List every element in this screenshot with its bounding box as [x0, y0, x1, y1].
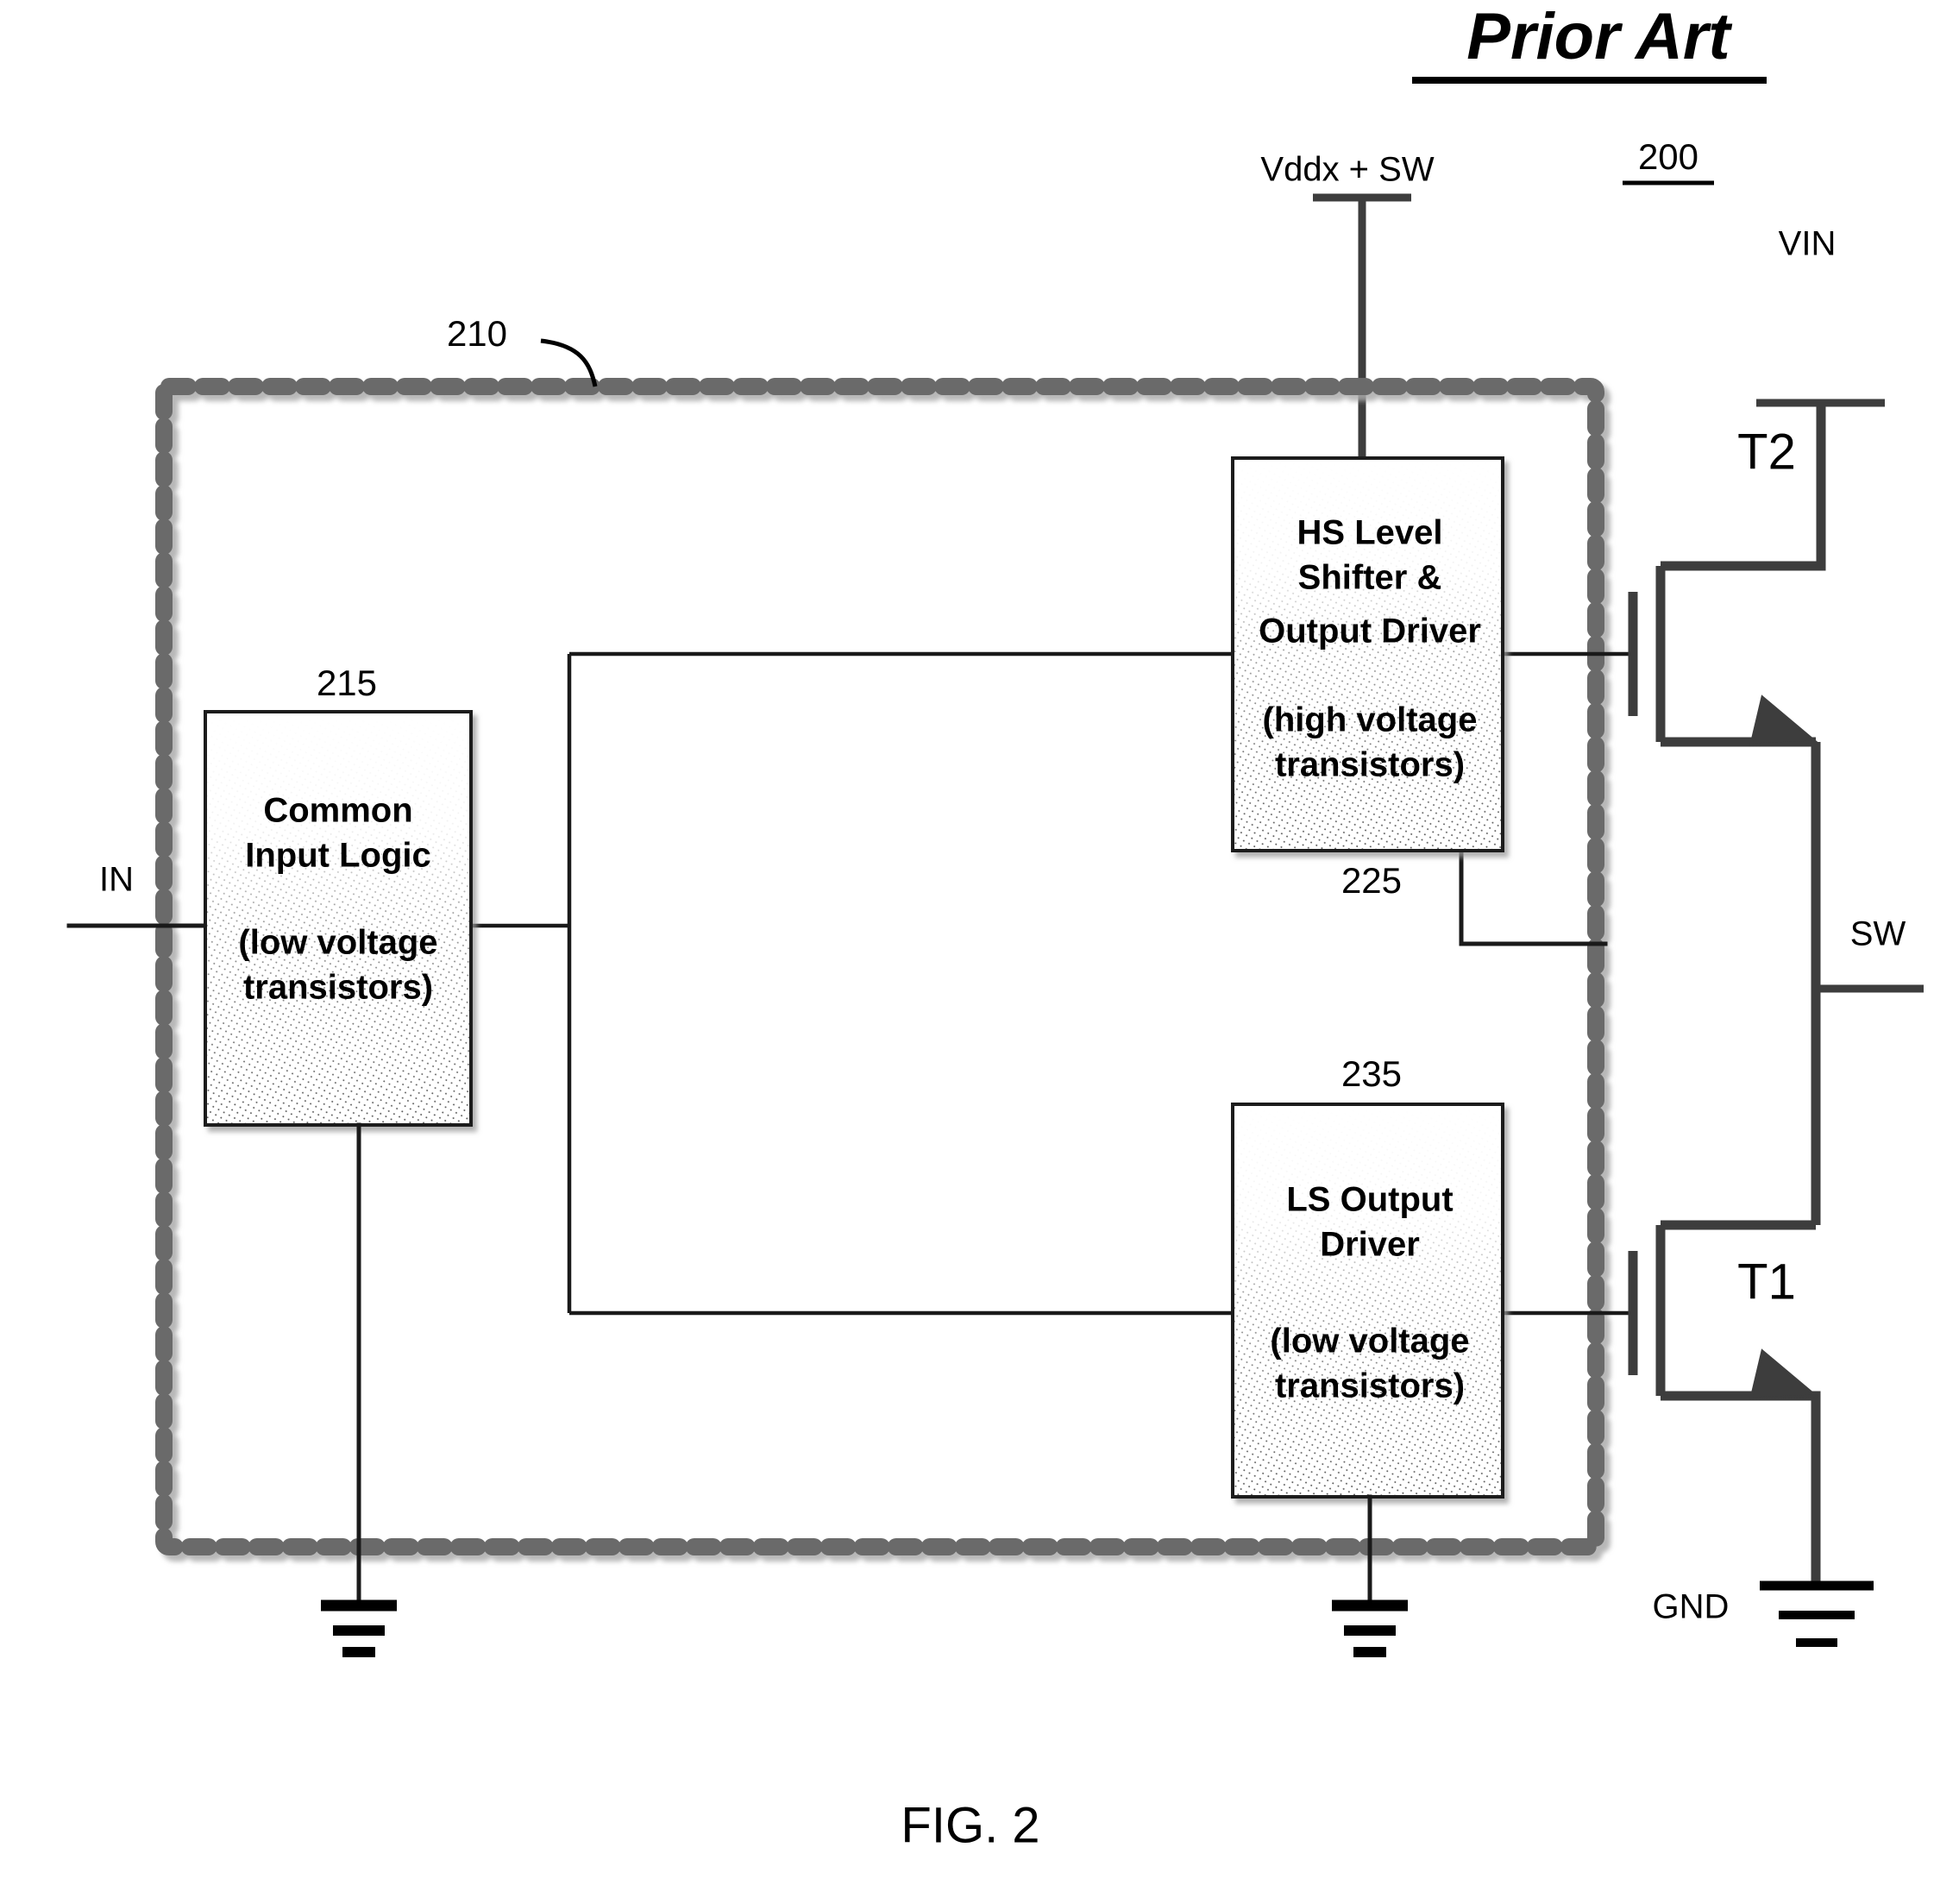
- t1-label: T1: [1737, 1254, 1796, 1310]
- schematic-canvas: Prior Art 200 Vddx + SW VIN 210 215 Comm…: [66, 0, 1924, 1853]
- prior-art-title: Prior Art: [1412, 0, 1767, 84]
- t2-source-arrow: [1749, 694, 1819, 746]
- common-input-logic-subtitle-1: (low voltage: [238, 924, 437, 962]
- common-input-logic-shade: [205, 712, 471, 1125]
- t1-source-wire: [1661, 1391, 1821, 1583]
- region-ref-210: 210: [447, 313, 598, 387]
- assembly-ref-200: 200: [1623, 136, 1714, 185]
- block-ref-225: 225: [1341, 860, 1402, 901]
- block-ref-235: 235: [1341, 1053, 1402, 1094]
- input-label: IN: [99, 861, 134, 899]
- gnd-t1-label: GND: [1653, 1588, 1730, 1626]
- supply-vin: VIN: [1756, 225, 1885, 407]
- supply-vin-label: VIN: [1779, 225, 1837, 263]
- common-input-logic-subtitle-2: transistors): [243, 969, 433, 1007]
- transistor-t1[interactable]: T1: [1628, 1220, 1821, 1583]
- sw-node: SW: [1811, 742, 1924, 1225]
- ls-output-driver-title-1: LS Output: [1286, 1181, 1453, 1219]
- assembly-ref-label: 200: [1638, 136, 1698, 177]
- supply-vddx-sw: Vddx + SW: [1260, 151, 1435, 458]
- hs-level-shifter-subtitle-1: (high voltage: [1263, 701, 1478, 739]
- hs-level-shifter-title-3: Output Driver: [1259, 613, 1481, 650]
- input-node: IN: [99, 861, 134, 899]
- gnd-symbol-ls: [1332, 1494, 1408, 1657]
- ls-output-driver-shade: [1233, 1104, 1503, 1497]
- hs-level-shifter-title-1: HS Level: [1297, 514, 1443, 552]
- sw-label: SW: [1850, 915, 1906, 953]
- common-input-logic-title-2: Input Logic: [245, 837, 431, 875]
- region-ref-label: 210: [447, 313, 507, 354]
- hs-level-shifter-title-2: Shifter &: [1298, 559, 1442, 597]
- common-input-logic-title-1: Common: [263, 792, 412, 830]
- ls-output-driver-subtitle-2: transistors): [1275, 1367, 1465, 1405]
- block-ref-215: 215: [317, 663, 377, 703]
- figure-caption: FIG. 2: [901, 1797, 1039, 1853]
- gnd-symbol-t1: GND: [1653, 1580, 1874, 1647]
- hs-level-shifter-subtitle-2: transistors): [1275, 746, 1465, 784]
- block-ls-output-driver[interactable]: 235 LS Output Driver (low voltage transi…: [1231, 1053, 1504, 1499]
- block-hs-level-shifter[interactable]: HS Level Shifter & Output Driver (high v…: [1231, 456, 1504, 901]
- ls-output-driver-subtitle-1: (low voltage: [1270, 1323, 1469, 1360]
- block-common-input-logic[interactable]: 215 Common Input Logic (low voltage tran…: [204, 663, 473, 1127]
- prior-art-label: Prior Art: [1466, 0, 1732, 73]
- supply-vddx-sw-label: Vddx + SW: [1260, 151, 1434, 189]
- t2-label: T2: [1737, 424, 1796, 480]
- ls-output-driver-title-2: Driver: [1320, 1226, 1420, 1264]
- gnd-symbol-cil: [321, 1122, 397, 1657]
- patent-figure: Prior Art 200 Vddx + SW VIN 210 215 Comm…: [0, 0, 1959, 1904]
- t1-source-arrow: [1749, 1348, 1819, 1400]
- transistor-t2[interactable]: T2: [1628, 403, 1826, 747]
